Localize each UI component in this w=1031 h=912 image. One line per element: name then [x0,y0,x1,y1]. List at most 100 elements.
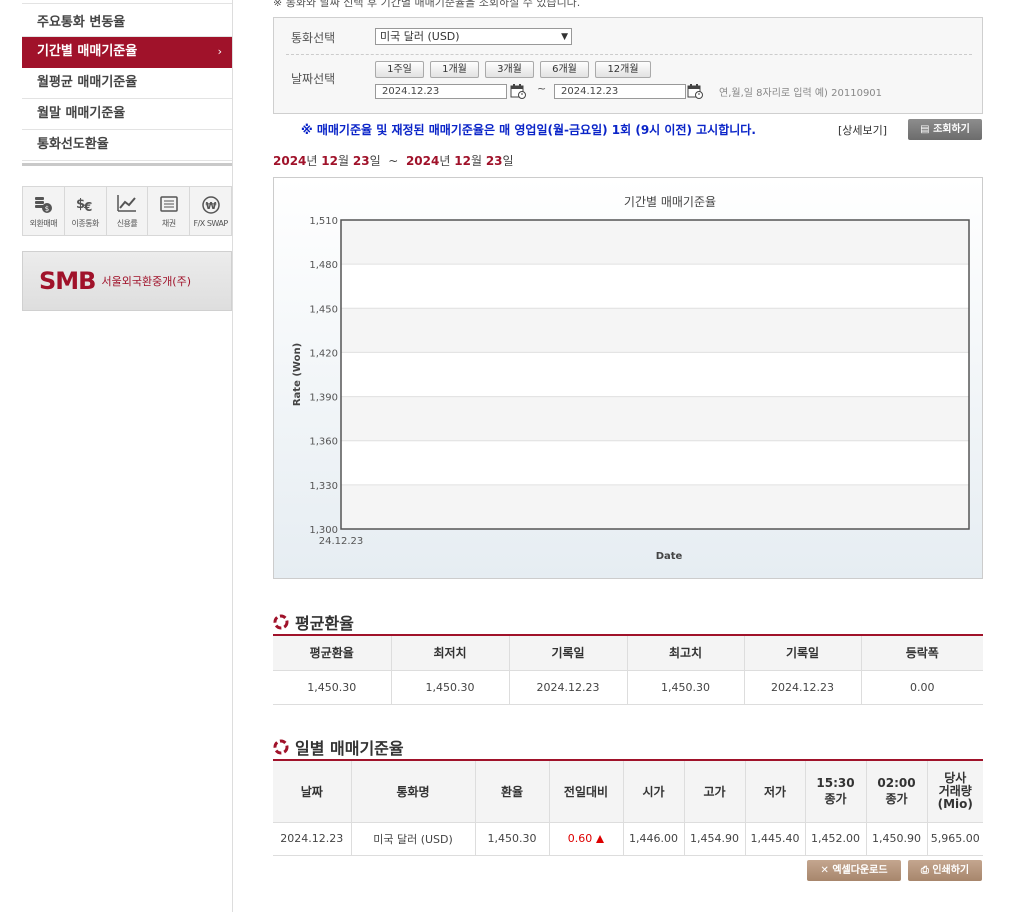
sidebar-item-label: 기간별 매매기준율 [37,44,138,59]
daily-table: 날짜 통화명 환율 전일대비 시가 고가 저가 15:30 종가 02:00 종… [273,759,983,856]
chevron-down-icon: ▼ [561,32,568,42]
table-cell: 1,445.40 [744,821,806,856]
y-tick-label: 1,390 [309,393,338,404]
calendar-icon[interactable] [510,83,526,99]
table-header: 최저치 [390,634,510,671]
sidebar-item-label: 통화선도환율 [37,137,109,152]
svg-text:$: $ [45,205,49,213]
search-button[interactable]: ▤ 조회하기 [908,119,982,140]
table-cell: 1,446.00 [622,821,685,856]
y-tick-label: 1,330 [309,481,338,492]
table-cell-change: 0.60 [548,821,624,856]
search-button-label: 조회하기 [933,124,970,135]
sidebar-menu: 주요통화 변동율 기간별 매매기준율 › 월평균 매매기준율 월말 매매기준율 통… [22,0,232,166]
range-day-unit: 일 [502,154,514,168]
period-3month-button[interactable]: 3개월 [485,61,534,78]
currency-select[interactable]: 미국 달러 (USD) ▼ [375,28,572,45]
x-tick-label: 24.12.23 [319,536,364,547]
print-button-label: 인쇄하기 [932,865,970,876]
table-header: 평균환율 [273,634,392,671]
excel-download-button[interactable]: ✕ 엑셀다운로드 [807,860,901,881]
table-header: 등락폭 [860,634,983,671]
svg-text:₩: ₩ [205,201,216,212]
smb-banner[interactable]: SMB 서울외국환중개(주) [22,251,232,311]
table-header: 02:00 종가 [865,759,928,823]
sidebar-item-label: 월말 매매기준율 [37,106,126,121]
quick-link-credit[interactable]: 신용률 [107,187,149,235]
quick-link-label: 이종통화 [71,219,99,228]
range-end-month: 12 [454,154,471,168]
range-year-unit: 년 [306,154,318,168]
calendar-icon[interactable] [687,83,703,99]
y-tick-label: 1,510 [309,216,338,227]
section-ring-icon [273,739,289,755]
grid-band [341,220,969,265]
print-button[interactable]: ⎙ 인쇄하기 [908,860,982,881]
excel-download-label: 엑셀다운로드 [832,865,888,876]
quick-link-bond[interactable]: 채권 [148,187,191,235]
excel-icon: ✕ [820,865,833,876]
table-header-row: 날짜 통화명 환율 전일대비 시가 고가 저가 15:30 종가 02:00 종… [273,759,983,823]
table-header: 전일대비 [548,759,624,823]
document-icon [160,196,178,212]
quick-link-fx-trading[interactable]: $ 외환매매 [23,187,65,235]
plot-area [341,220,969,529]
top-note: ※ 통화와 날짜 선택 후 기간별 매매기준율을 조회하실 수 있습니다. [273,0,581,9]
quick-link-cross-currency[interactable]: $ € 이종통화 [65,187,107,235]
y-axis-label: Rate (Won) [292,343,303,406]
y-tick-label: 1,480 [309,260,338,271]
divider [286,54,972,55]
quick-link-label: F/X SWAP [193,219,229,228]
period-12month-button[interactable]: 12개월 [595,61,651,78]
rate-chart-svg: 1,510 1,480 1,450 1,420 1,390 1,360 1,330 1,300… [292,195,970,562]
sidebar-item-major-currency[interactable]: 주요통화 변동율 [22,3,232,37]
sidebar-item-period-rate[interactable]: 기간별 매매기준율 › [22,37,232,68]
range-year-unit: 년 [439,154,451,168]
range-day-unit: 일 [369,154,381,168]
up-arrow-icon [596,835,605,843]
section-ring-icon [273,614,289,630]
range-end-year: 2024 [405,154,440,168]
table-cell: 1,452.00 [804,821,867,856]
table-header: 최고치 [626,634,745,671]
table-header: 날짜 [273,759,352,823]
sidebar-item-forward-rate[interactable]: 통화선도환율 [22,130,232,161]
table-cell: 1,450.30 [626,669,745,705]
range-end-day: 23 [485,154,503,168]
y-tick-label: 1,420 [309,348,338,359]
y-tick-label: 1,360 [309,437,338,448]
range-separator: ~ [388,154,399,168]
start-date-input[interactable]: 2024.12.23 [375,84,507,99]
sidebar-item-month-end[interactable]: 월말 매매기준율 [22,99,232,130]
grid-band [341,308,969,353]
date-label: 날짜선택 [291,72,336,86]
table-header-row: 평균환율 최저치 기록일 최고치 기록일 등락폭 [273,634,983,671]
chart-title: 기간별 매매기준율 [624,195,716,209]
quick-link-fx-swap[interactable]: ₩ F/X SWAP [190,187,231,235]
grid-band [341,396,969,441]
table-header: 당사 거래량 (Mio) [926,759,983,823]
sidebar-item-label: 월평균 매매기준율 [37,75,138,90]
sidebar-item-monthly-average[interactable]: 월평균 매매기준율 [22,68,232,99]
table-cell: 1,450.90 [865,821,928,856]
sidebar-bottom-rule [22,163,232,166]
grid-band [341,484,969,529]
rate-chart: 1,510 1,480 1,450 1,420 1,390 1,360 1,330 1,300… [273,177,983,579]
y-tick-label: 1,300 [309,525,338,536]
table-cell: 0.00 [860,669,983,705]
table-row: 1,450.30 1,450.30 2024.12.23 1,450.30 20… [273,669,983,705]
period-1week-button[interactable]: 1주일 [375,61,424,78]
date-range: 2024년 12월 23일 ~ 2024년 12월 23일 [273,152,514,169]
notice-text: ※ 매매기준율 및 재정된 매매기준율은 매 영업일(월-금요일) 1회 (9시… [301,123,756,137]
line-chart-icon [117,195,136,212]
end-date-input[interactable]: 2024.12.23 [554,84,686,99]
svg-text:€: € [83,200,92,214]
period-6month-button[interactable]: 6개월 [540,61,589,78]
period-1month-button[interactable]: 1개월 [430,61,479,78]
table-cell: 1,454.90 [683,821,746,856]
smb-logo: SMB [39,267,96,295]
detail-link[interactable]: [상세보기] [838,122,887,138]
y-tick-label: 1,450 [309,304,338,315]
change-value: 0.60 [567,832,593,845]
table-header: 고가 [683,759,746,823]
